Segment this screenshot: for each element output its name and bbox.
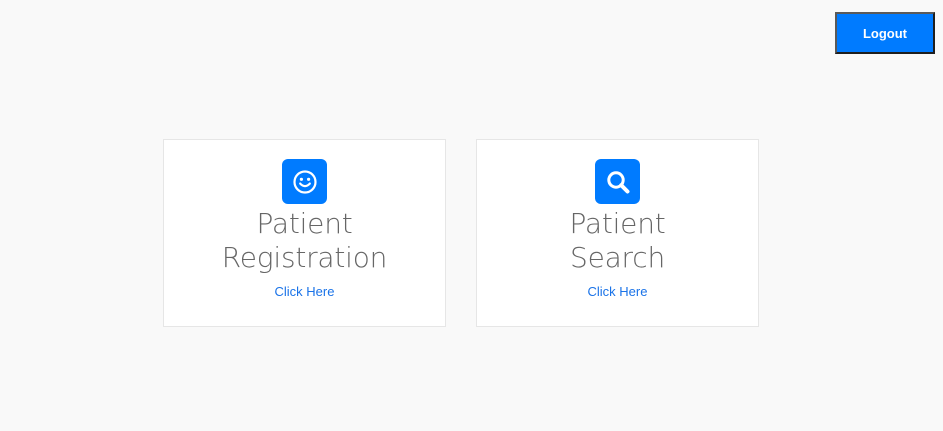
smiley-icon (282, 159, 327, 204)
card-title: Patient Registration (164, 207, 445, 275)
click-here-link[interactable]: Click Here (477, 284, 758, 299)
patient-search-card[interactable]: Patient Search Click Here (476, 139, 759, 327)
click-here-link-label[interactable]: Click Here (275, 284, 335, 299)
page: Logout Patient Registration Click Here P… (0, 0, 943, 431)
card-title: Patient Search (477, 207, 758, 275)
patient-registration-card[interactable]: Patient Registration Click Here (163, 139, 446, 327)
click-here-link[interactable]: Click Here (164, 284, 445, 299)
card-title-line: Registration (221, 241, 388, 274)
click-here-link-label[interactable]: Click Here (588, 284, 648, 299)
card-title-line: Patient (569, 207, 666, 240)
logout-button[interactable]: Logout (835, 12, 935, 54)
card-title-line: Search (570, 241, 665, 274)
search-icon (595, 159, 640, 204)
card-title-line: Patient (256, 207, 353, 240)
